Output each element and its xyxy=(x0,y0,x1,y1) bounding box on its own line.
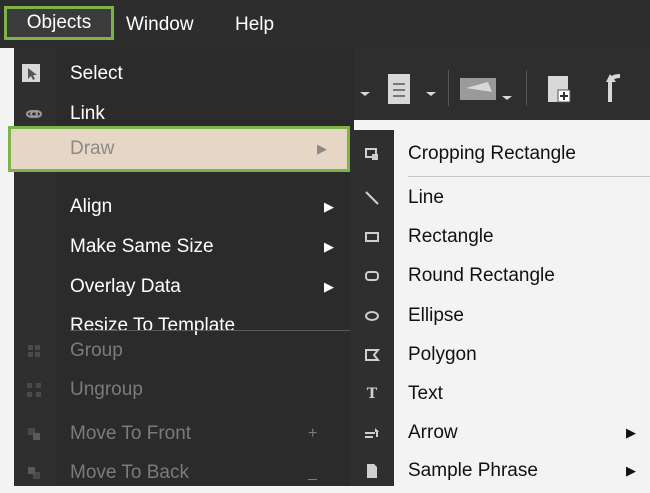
menu-item-move-to-front[interactable]: Move To Front + xyxy=(14,414,350,454)
submenu-item-polygon[interactable]: Polygon xyxy=(350,335,650,375)
pointer-icon xyxy=(22,64,40,82)
menu-item-group[interactable]: Group xyxy=(14,331,350,371)
menu-item-label: Ungroup xyxy=(70,379,143,400)
menu-item-label: Move To Back xyxy=(70,462,189,483)
link-icon xyxy=(25,105,43,123)
submenu-item-label: Sample Phrase xyxy=(408,460,538,481)
new-document-icon[interactable] xyxy=(548,76,571,103)
submenu-arrow-icon: ▶ xyxy=(324,199,334,214)
submenu-item-sample-phrase[interactable]: Sample Phrase ▶ xyxy=(350,451,650,491)
menu-item-align[interactable]: Align ▶ xyxy=(14,187,350,227)
move-front-icon xyxy=(25,425,43,443)
menu-help[interactable]: Help xyxy=(235,8,274,42)
submenu-arrow-icon: ▶ xyxy=(324,279,334,294)
menu-item-overlay-data[interactable]: Overlay Data ▶ xyxy=(14,267,350,307)
rectangle-icon xyxy=(363,228,381,246)
menu-item-label: Overlay Data xyxy=(70,276,181,297)
submenu-item-arrow[interactable]: Arrow ▶ xyxy=(350,413,650,453)
toolbar xyxy=(330,48,650,120)
submenu-item-label: Text xyxy=(408,383,443,404)
menu-item-label: Group xyxy=(70,340,123,361)
submenu-item-cropping-rectangle[interactable]: Cropping Rectangle xyxy=(350,134,650,174)
submenu-item-label: Arrow xyxy=(408,422,458,443)
group-icon xyxy=(25,342,43,360)
menu-item-label: Align xyxy=(70,196,113,217)
menu-item-shortcut: _ xyxy=(308,464,317,481)
submenu-arrow-icon: ▶ xyxy=(324,239,334,254)
arrow-icon xyxy=(363,424,381,442)
menu-item-draw[interactable]: Draw ▶ xyxy=(8,126,350,172)
menu-item-label: Move To Front xyxy=(70,423,192,444)
menu-separator xyxy=(408,176,650,177)
menu-bar: Objects Window Help xyxy=(0,0,650,48)
submenu-item-label: Rectangle xyxy=(408,226,494,247)
menu-item-label: Draw xyxy=(70,138,115,159)
submenu-item-text[interactable]: T Text xyxy=(350,374,650,414)
menu-item-label: Select xyxy=(70,63,123,84)
submenu-item-rectangle[interactable]: Rectangle xyxy=(350,217,650,257)
submenu-arrow-icon: ▶ xyxy=(626,425,636,440)
menu-item-label: Make Same Size xyxy=(70,236,214,257)
submenu-item-label: Round Rectangle xyxy=(408,265,555,286)
text-icon: T xyxy=(366,386,378,402)
ellipse-icon xyxy=(363,307,381,325)
menu-item-ungroup[interactable]: Ungroup xyxy=(14,370,350,410)
menu-item-move-to-back[interactable]: Move To Back _ xyxy=(14,453,350,493)
crop-icon xyxy=(363,145,381,163)
menu-window[interactable]: Window xyxy=(126,8,194,42)
sample-phrase-icon xyxy=(363,462,381,480)
document-icon[interactable] xyxy=(388,74,436,104)
submenu-arrow-icon: ▶ xyxy=(317,141,327,156)
menu-item-make-same-size[interactable]: Make Same Size ▶ xyxy=(14,227,350,267)
submenu-item-ellipse[interactable]: Ellipse xyxy=(350,296,650,336)
toolbar-separator xyxy=(448,70,449,106)
submenu-item-line[interactable]: Line xyxy=(350,178,650,218)
undo-icon[interactable] xyxy=(606,74,621,102)
polygon-icon xyxy=(363,346,381,364)
round-rectangle-icon xyxy=(363,267,381,285)
objects-menu: Select Link Align ▶ Make Same Size ▶ Ove… xyxy=(14,48,354,486)
send-icon[interactable] xyxy=(460,78,512,100)
submenu-arrow-icon: ▶ xyxy=(626,463,636,478)
submenu-item-round-rectangle[interactable]: Round Rectangle xyxy=(350,256,650,296)
move-back-icon xyxy=(25,464,43,482)
ungroup-icon xyxy=(25,381,43,399)
menu-objects[interactable]: Objects xyxy=(4,6,114,40)
submenu-item-label: Cropping Rectangle xyxy=(408,143,576,164)
menu-item-select[interactable]: Select xyxy=(14,54,350,94)
draw-submenu: Cropping Rectangle Line Rectangle Round … xyxy=(350,130,650,486)
submenu-item-label: Ellipse xyxy=(408,305,464,326)
line-icon xyxy=(363,189,381,207)
menu-item-shortcut: + xyxy=(308,425,318,442)
submenu-item-label: Line xyxy=(408,187,444,208)
submenu-item-label: Polygon xyxy=(408,344,477,365)
toolbar-separator xyxy=(526,70,527,106)
toolbar-icons xyxy=(336,70,621,106)
